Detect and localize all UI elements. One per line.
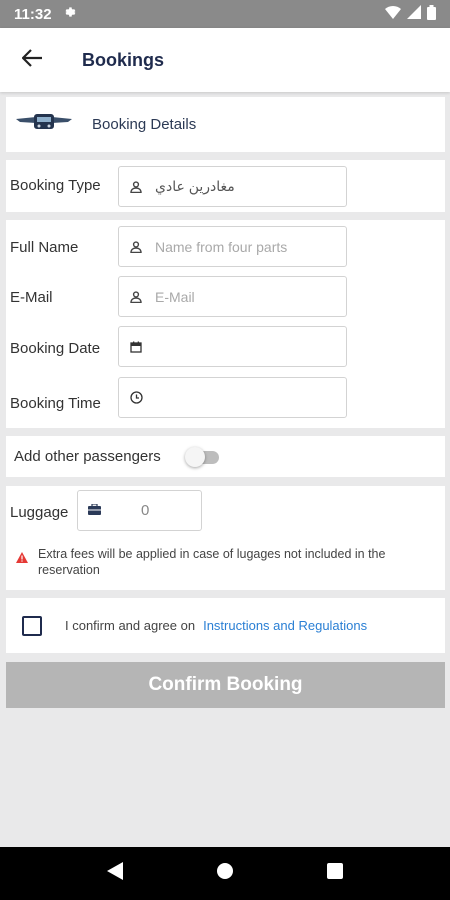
- calendar-icon: [129, 340, 143, 354]
- clock-icon: [129, 391, 143, 405]
- status-time: 11:32: [14, 5, 52, 23]
- booking-date-label: Booking Date: [10, 340, 101, 357]
- full-name-label: Full Name: [10, 239, 79, 256]
- nav-back-icon: [107, 862, 123, 885]
- instructions-link[interactable]: Instructions and Regulations: [203, 618, 367, 633]
- passenger-info-card: Full Name Name from four parts E-Mail E-…: [6, 220, 445, 428]
- add-passengers-toggle[interactable]: [184, 446, 221, 467]
- add-passengers-card: Add other passengers: [6, 436, 445, 477]
- battery-icon: [427, 4, 436, 24]
- luggage-warning-text: Extra fees will be applied in case of lu…: [38, 547, 386, 577]
- confirm-booking-button[interactable]: Confirm Booking: [6, 662, 445, 708]
- toggle-thumb: [184, 446, 205, 467]
- email-label: E-Mail: [10, 289, 53, 306]
- bus-logo-icon: [16, 112, 72, 137]
- booking-type-label: Booking Type: [10, 177, 101, 194]
- agree-text: I confirm and agree on: [65, 618, 196, 633]
- full-name-field[interactable]: Name from four parts: [118, 226, 347, 267]
- luggage-card: Luggage 0 Extra fees will be applied in …: [6, 486, 445, 590]
- luggage-label: Luggage: [10, 504, 69, 521]
- luggage-value: 0: [141, 502, 150, 519]
- system-nav-bar: [0, 847, 450, 900]
- luggage-icon: [88, 502, 101, 520]
- full-name-input: Name from four parts: [155, 238, 288, 255]
- nav-recents-button[interactable]: [315, 854, 355, 894]
- luggage-warning: Extra fees will be applied in case of lu…: [16, 546, 438, 578]
- person-icon: [129, 180, 143, 194]
- signal-icon: [407, 5, 421, 23]
- wifi-icon: [385, 5, 401, 23]
- nav-recents-icon: [327, 863, 343, 884]
- settings-icon: [62, 5, 76, 23]
- agreement-card: I confirm and agree on Instructions and …: [6, 598, 445, 653]
- page-title: Bookings: [82, 49, 165, 70]
- booking-details-label: Booking Details: [92, 116, 197, 133]
- email-input: E-Mail: [155, 288, 195, 305]
- booking-type-value: مغادرين عادي: [155, 178, 235, 194]
- booking-date-field[interactable]: [118, 326, 347, 367]
- booking-type-field[interactable]: مغادرين عادي: [118, 166, 347, 207]
- status-bar: 11:32: [0, 0, 450, 28]
- agree-checkbox[interactable]: [22, 615, 42, 636]
- back-arrow-icon: [21, 48, 42, 72]
- back-button[interactable]: [0, 28, 64, 92]
- add-passengers-label: Add other passengers: [14, 448, 161, 465]
- booking-details-card: Booking Details: [6, 97, 445, 152]
- nav-back-button[interactable]: [95, 854, 135, 894]
- booking-time-field[interactable]: [118, 377, 347, 418]
- person-icon: [129, 290, 143, 304]
- luggage-field[interactable]: 0: [77, 490, 202, 531]
- booking-type-card: Booking Type مغادرين عادي: [6, 160, 445, 212]
- email-field[interactable]: E-Mail: [118, 276, 347, 317]
- person-icon: [129, 240, 143, 254]
- nav-home-icon: [216, 862, 234, 885]
- nav-home-button[interactable]: [205, 854, 245, 894]
- booking-time-label: Booking Time: [10, 395, 101, 412]
- app-bar: Bookings: [0, 28, 450, 92]
- warning-icon: [16, 550, 28, 568]
